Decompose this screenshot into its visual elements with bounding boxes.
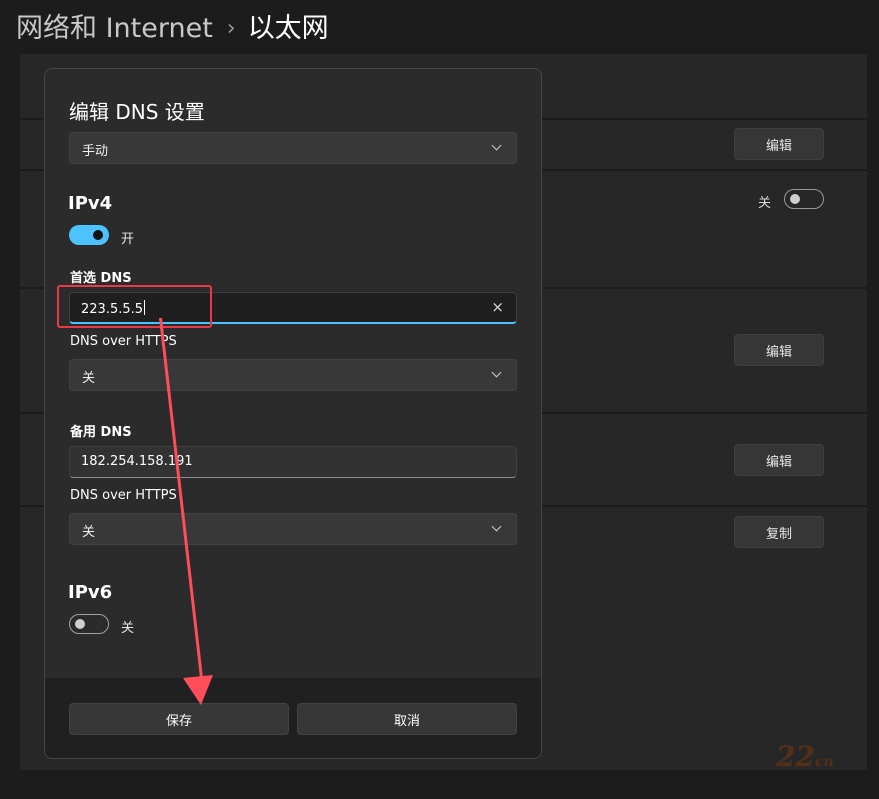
page-title: 以太网 bbox=[247, 13, 329, 44]
doh-label: DNS over HTTPS bbox=[70, 488, 177, 503]
ipv4-toggle[interactable] bbox=[69, 225, 109, 245]
ipv4-heading: IPv4 bbox=[68, 193, 113, 214]
watermark-logo: 22cn bbox=[776, 740, 834, 773]
chevron-down-icon bbox=[491, 367, 502, 378]
ipv6-heading: IPv6 bbox=[68, 582, 113, 603]
dialog-footer: 保存 取消 bbox=[45, 678, 541, 758]
doh-value: 关 bbox=[82, 525, 96, 540]
edit-dns-dialog: 编辑 DNS 设置 手动 IPv4 开 首选 DNS 223.5.5.5 × D… bbox=[44, 68, 542, 759]
breadcrumb-parent[interactable]: 网络和 Internet bbox=[16, 13, 213, 44]
breadcrumb: 网络和 Internet › 以太网 bbox=[16, 6, 329, 45]
dns-mode-select[interactable]: 手动 bbox=[69, 132, 517, 164]
doh-label: DNS over HTTPS bbox=[70, 334, 177, 349]
toggle-knob bbox=[93, 230, 103, 240]
ipv4-toggle-label: 开 bbox=[121, 232, 135, 247]
cancel-button[interactable]: 取消 bbox=[297, 703, 517, 735]
alternate-dns-input[interactable]: 182.254.158.191 bbox=[69, 446, 517, 478]
doh-select[interactable]: 关 bbox=[69, 513, 517, 545]
doh-select[interactable]: 关 bbox=[69, 359, 517, 391]
metered-toggle[interactable] bbox=[784, 189, 824, 209]
toggle-knob bbox=[75, 619, 85, 629]
save-button[interactable]: 保存 bbox=[69, 703, 289, 735]
edit-button[interactable]: 编辑 bbox=[734, 334, 824, 366]
ipv6-toggle-label: 关 bbox=[121, 621, 135, 636]
doh-value: 关 bbox=[82, 371, 96, 386]
chevron-down-icon bbox=[491, 521, 502, 532]
ipv6-toggle[interactable] bbox=[69, 614, 109, 634]
metered-toggle-label: 关 bbox=[758, 196, 772, 211]
chevron-down-icon bbox=[491, 140, 502, 151]
dialog-title: 编辑 DNS 设置 bbox=[69, 100, 205, 124]
toggle-knob bbox=[790, 194, 800, 204]
alternate-dns-label: 备用 DNS bbox=[70, 425, 132, 440]
preferred-dns-label: 首选 DNS bbox=[70, 271, 132, 286]
highlight-box bbox=[57, 285, 212, 328]
copy-button[interactable]: 复制 bbox=[734, 516, 824, 548]
dns-mode-value: 手动 bbox=[82, 144, 109, 159]
alternate-dns-value: 182.254.158.191 bbox=[81, 454, 193, 469]
breadcrumb-chevron-icon: › bbox=[226, 16, 236, 41]
edit-button[interactable]: 编辑 bbox=[734, 444, 824, 476]
edit-button[interactable]: 编辑 bbox=[734, 128, 824, 160]
clear-icon[interactable]: × bbox=[491, 298, 504, 316]
